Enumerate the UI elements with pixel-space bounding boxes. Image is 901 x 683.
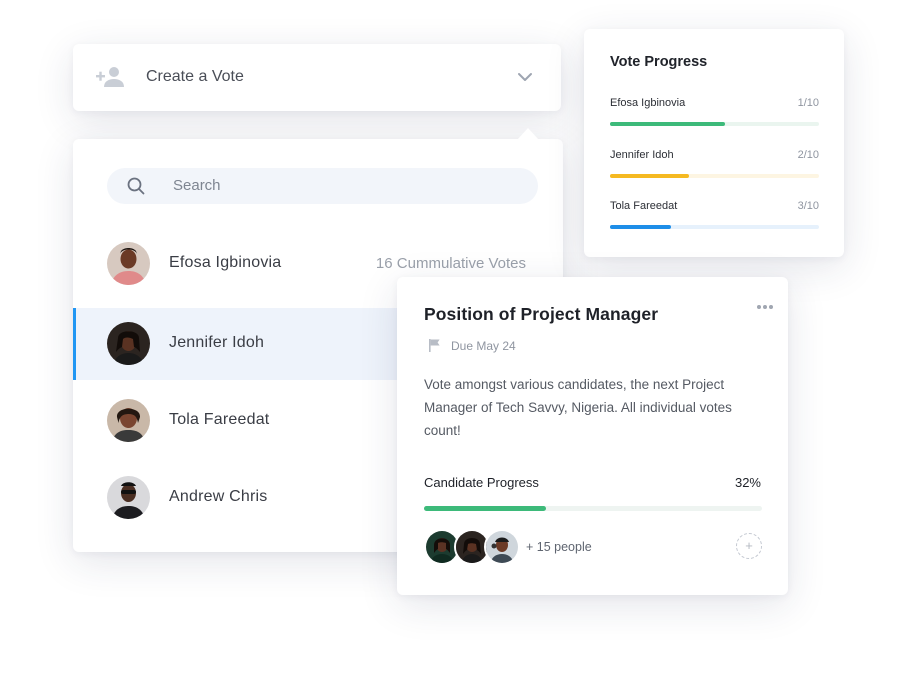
vote-progress-count: 1/10 [797, 97, 819, 109]
add-user-icon [95, 66, 125, 88]
search-icon [127, 177, 145, 195]
candidate-name: Andrew Chris [169, 488, 268, 505]
position-card: Position of Project Manager Due May 24 V… [397, 277, 788, 595]
candidate-progress-percent: 32% [734, 475, 761, 490]
avatar [107, 399, 150, 442]
candidate-votes: 16 Cummulative Votes [375, 255, 526, 272]
vote-progress-title: Vote Progress [610, 54, 708, 70]
vote-progress-item: Efosa Igbinovia 1/10 [610, 97, 819, 137]
add-participant-button[interactable]: + [736, 533, 762, 559]
candidate-progress-fill [424, 506, 546, 511]
vote-progress-fill [610, 122, 725, 126]
vote-progress-name: Jennifer Idoh [610, 149, 674, 161]
chevron-down-icon[interactable] [517, 70, 533, 82]
vote-progress-track [610, 225, 819, 229]
vote-progress-card: Vote Progress Efosa Igbinovia 1/10 Jenni… [584, 29, 844, 257]
candidate-progress-track [424, 506, 762, 511]
vote-progress-count: 2/10 [797, 149, 819, 161]
vote-progress-name: Tola Fareedat [610, 200, 678, 212]
vote-progress-name: Efosa Igbinovia [610, 97, 686, 109]
vote-progress-fill [610, 225, 671, 229]
participants-count: + 15 people [526, 540, 592, 554]
dropdown-caret [517, 128, 539, 140]
search-placeholder: Search [173, 177, 221, 194]
position-description: Vote amongst various candidates, the nex… [424, 377, 732, 438]
vote-progress-item: Jennifer Idoh 2/10 [610, 149, 819, 189]
candidate-name: Jennifer Idoh [169, 334, 265, 351]
flag-icon [428, 338, 442, 352]
candidate-progress-label: Candidate Progress [424, 475, 539, 490]
create-vote-label: Create a Vote [146, 68, 244, 85]
avatar [107, 242, 150, 285]
vote-progress-fill [610, 174, 690, 178]
participants-avatars[interactable] [424, 529, 524, 565]
vote-progress-count: 3/10 [797, 200, 819, 212]
vote-progress-item: Tola Fareedat 3/10 [610, 200, 819, 240]
avatar [484, 529, 520, 565]
avatar [107, 322, 150, 365]
candidate-name: Efosa Igbinovia [169, 254, 282, 271]
vote-progress-track [610, 122, 819, 126]
plus-icon: + [745, 538, 753, 553]
search-input[interactable]: Search [107, 168, 538, 204]
avatar [107, 476, 150, 519]
due-date: Due May 24 [451, 339, 516, 353]
more-horizontal-icon[interactable] [756, 297, 774, 309]
vote-progress-track [610, 174, 819, 178]
position-title: Position of Project Manager [424, 304, 659, 324]
create-vote-dropdown[interactable]: Create a Vote [73, 44, 561, 111]
candidate-name: Tola Fareedat [169, 411, 270, 428]
